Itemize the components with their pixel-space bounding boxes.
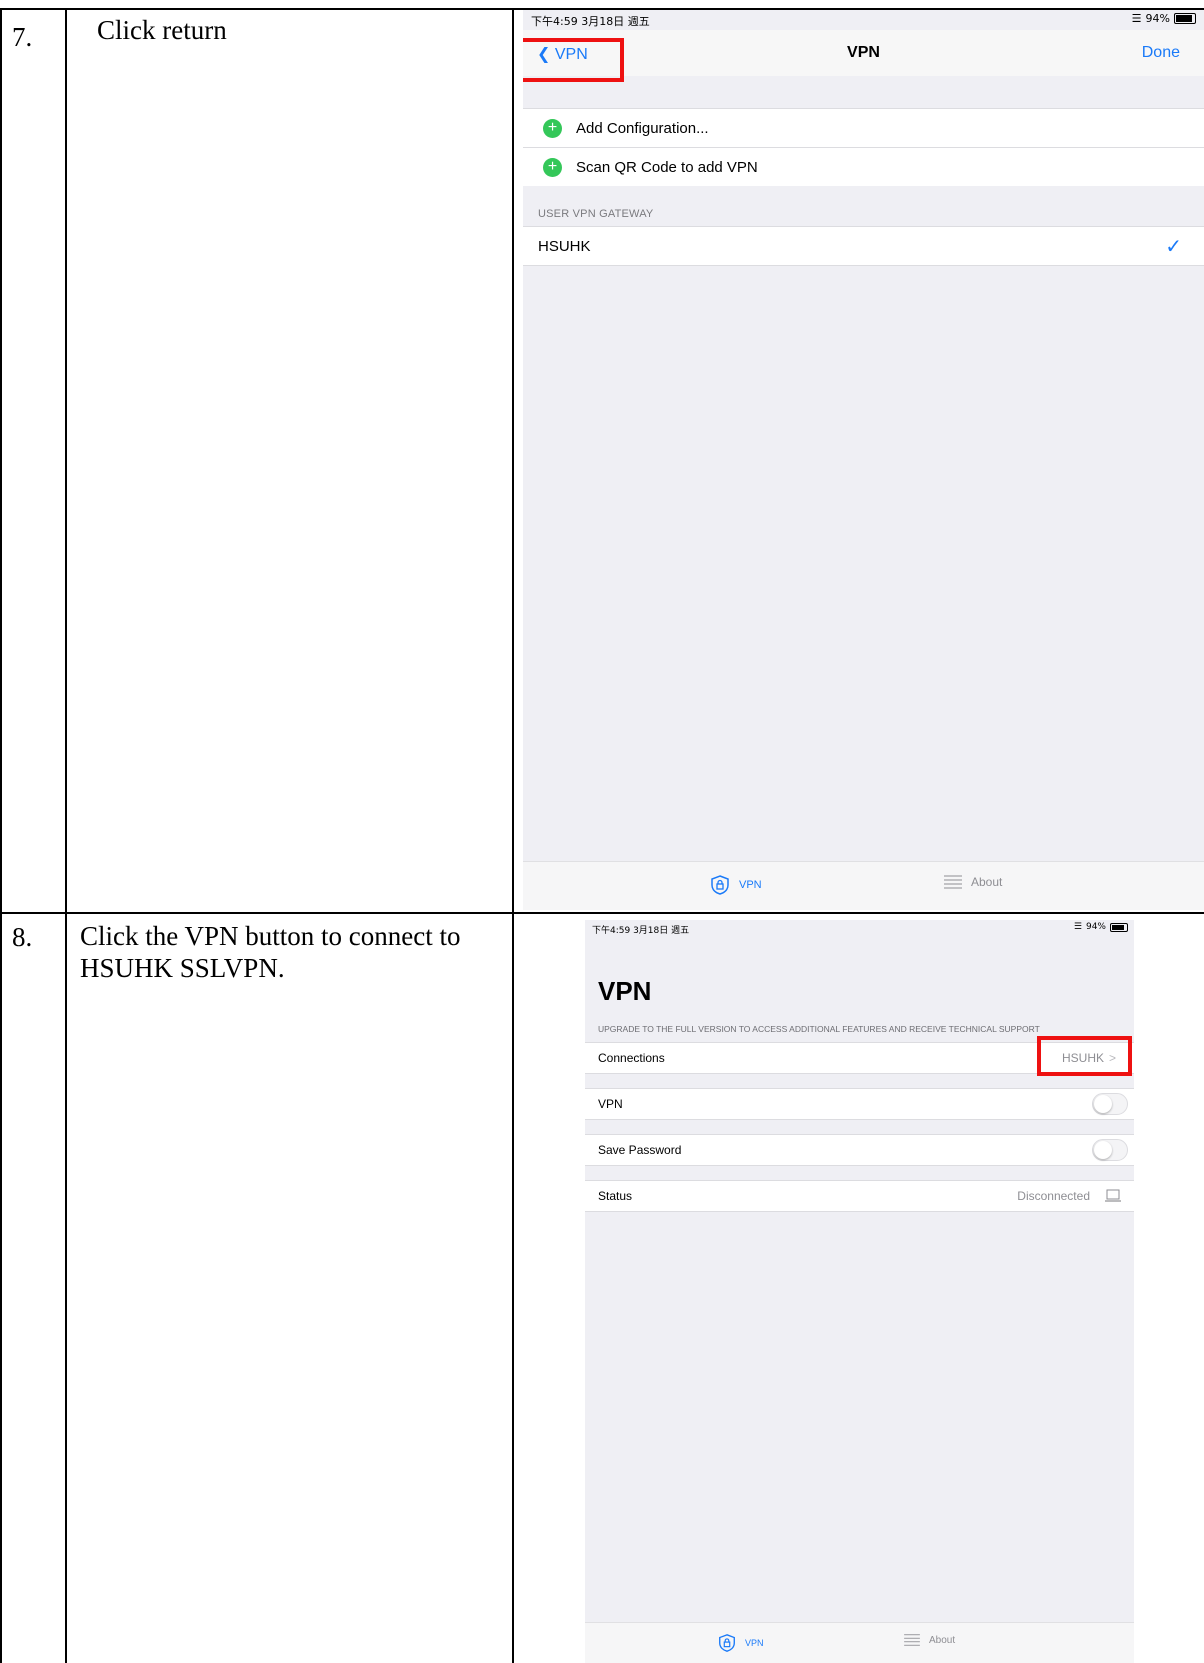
highlight-box [1037, 1036, 1132, 1076]
scan-qr-row[interactable]: + Scan QR Code to add VPN [523, 148, 1204, 186]
step-instruction: Click the VPN button to connect to HSUHK… [80, 920, 460, 984]
table-border-left [0, 8, 2, 1663]
save-password-group: Save Password [585, 1134, 1134, 1166]
highlight-box [523, 38, 624, 82]
upgrade-note: UPGRADE TO THE FULL VERSION TO ACCESS AD… [598, 1024, 1040, 1034]
checkmark-icon: ✓ [1165, 235, 1182, 258]
step-instruction: Click return [97, 15, 227, 45]
column-divider-2 [512, 8, 514, 1663]
instruction-line: Click the VPN button to connect to [80, 921, 461, 951]
row-label: Scan QR Code to add VPN [576, 158, 758, 176]
battery-percent: 94% [1145, 12, 1170, 25]
save-password-toggle[interactable] [1092, 1139, 1128, 1161]
row-label: Status [598, 1189, 633, 1203]
battery-icon [1110, 922, 1128, 932]
done-button[interactable]: Done [1142, 44, 1180, 62]
shield-lock-icon [719, 1634, 735, 1652]
row-divider [0, 912, 1204, 914]
add-configuration-row[interactable]: + Add Configuration... [523, 109, 1204, 148]
wifi-icon: ☰ [1073, 922, 1082, 932]
gateway-row[interactable]: HSUHK ✓ [523, 227, 1204, 266]
list-icon [944, 875, 962, 889]
plus-circle-icon: + [543, 157, 562, 177]
nav-title: VPN [847, 44, 880, 61]
row-label: Add Configuration... [576, 119, 709, 137]
battery-icon [1174, 13, 1196, 24]
laptop-icon [1105, 1189, 1121, 1202]
tab-about[interactable]: About [903, 1633, 955, 1647]
vpn-config-screenshot: 下午4:59 3月18日 週五 ☰ 94% ❮ VPN VPN Done + A… [523, 10, 1204, 910]
shield-lock-icon [711, 875, 729, 895]
instruction-line: HSUHK SSLVPN. [80, 953, 285, 983]
battery-percent: 94% [1085, 922, 1106, 932]
tab-label: About [929, 1634, 956, 1646]
tab-label: About [971, 875, 1003, 889]
gateway-group: HSUHK ✓ [523, 226, 1204, 266]
vpn-row: VPN [585, 1089, 1134, 1120]
status-time: 下午4:59 3月18日 週五 [531, 15, 650, 28]
tab-vpn[interactable]: VPN [709, 874, 762, 896]
tab-bar: VPN About [523, 861, 1204, 910]
tab-about[interactable]: About [943, 874, 1002, 890]
status-value: Disconnected [1017, 1189, 1090, 1203]
row-label: Save Password [598, 1143, 682, 1157]
wifi-icon: ☰ [1131, 12, 1142, 25]
plus-circle-icon: + [543, 118, 562, 138]
tab-label: VPN [745, 1638, 764, 1648]
status-right: ☰ 94% [1074, 922, 1128, 932]
column-divider-1 [65, 8, 67, 1663]
step-number: 7. [12, 22, 33, 52]
page-title: VPN [598, 976, 652, 1006]
list-icon [904, 1634, 920, 1646]
status-row: Status Disconnected [585, 1181, 1134, 1212]
status-time: 下午4:59 3月18日 週五 [592, 926, 690, 936]
status-group: Status Disconnected [585, 1180, 1134, 1212]
vpn-main-screenshot: 下午4:59 3月18日 週五 ☰ 94% VPN UPGRADE TO THE… [585, 920, 1134, 1663]
vpn-toggle[interactable] [1092, 1093, 1128, 1115]
step-number: 8. [12, 922, 33, 952]
add-config-group: + Add Configuration... + Scan QR Code to… [523, 108, 1204, 186]
row-label: VPN [598, 1097, 623, 1111]
gateway-label: HSUHK [538, 237, 591, 255]
row-label: Connections [598, 1051, 665, 1065]
instruction-table: 7. Click return 8. Click the VPN button … [0, 0, 1204, 1663]
vpn-toggle-group: VPN [585, 1088, 1134, 1120]
nav-bar: ❮ VPN VPN Done [523, 30, 1204, 76]
save-password-row: Save Password [585, 1135, 1134, 1166]
status-right: ☰ 94% [1132, 12, 1196, 25]
tab-label: VPN [739, 879, 762, 891]
tab-bar: VPN About [585, 1622, 1134, 1663]
tab-vpn[interactable]: VPN [717, 1633, 764, 1653]
section-header: USER VPN GATEWAY [538, 208, 654, 220]
